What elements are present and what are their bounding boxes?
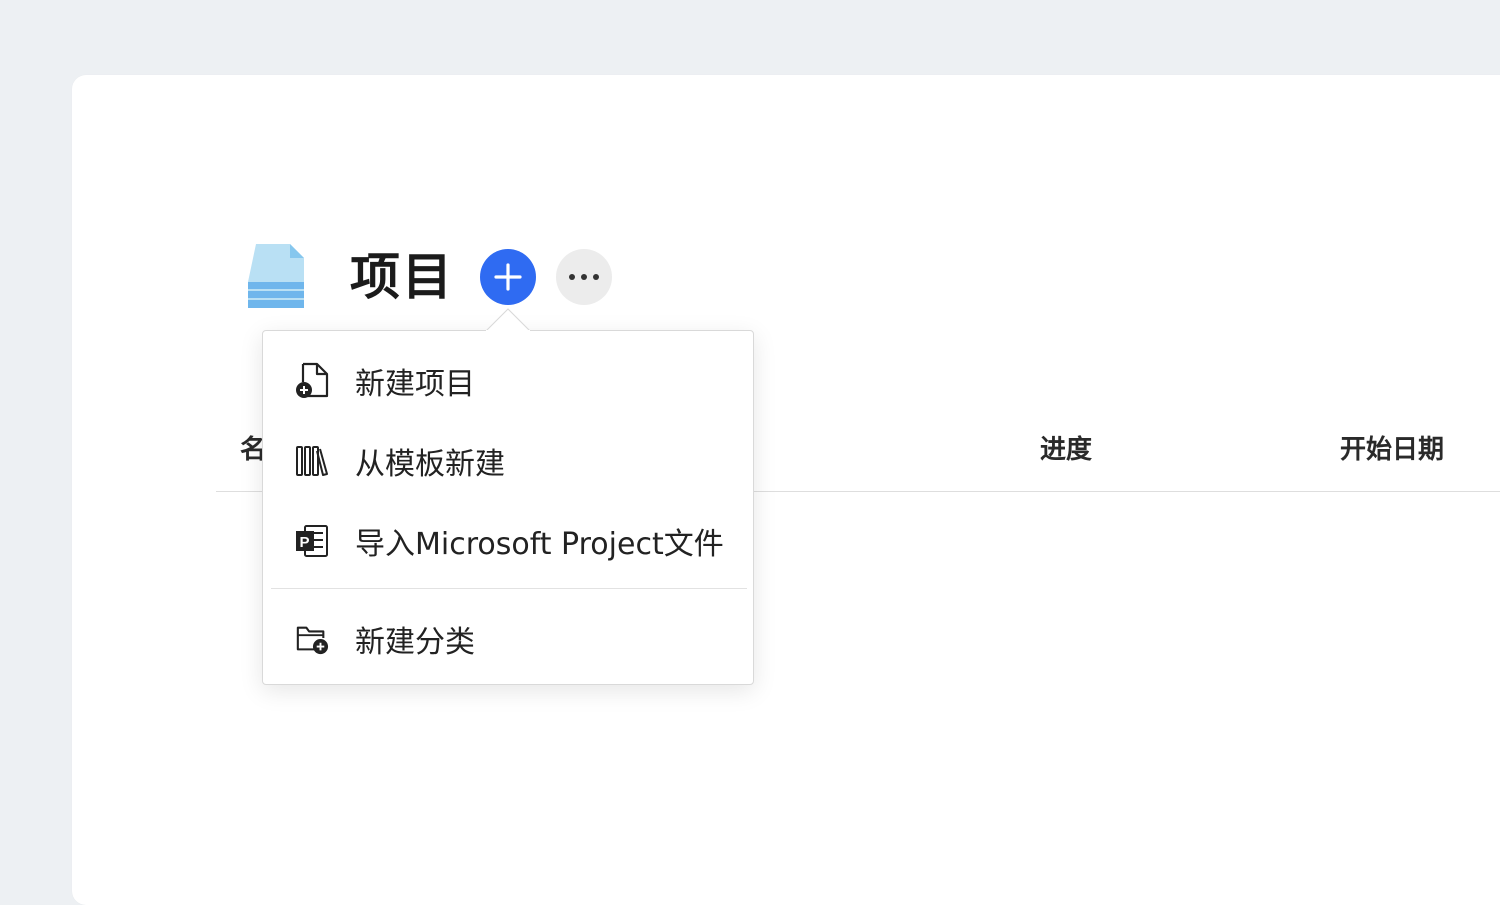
plus-icon [494,263,522,291]
more-button[interactable] [556,249,612,305]
add-button[interactable] [480,249,536,305]
new-folder-plus-icon [295,620,329,658]
add-dropdown-menu: 新建项目 从模板新建 P 导入Microsoft Project文件 新建分类 [262,330,754,685]
ms-project-icon: P [295,522,329,560]
menu-item-label: 新建项目 [355,367,475,402]
menu-item-label: 新建分类 [355,625,475,660]
menu-item-from-template[interactable]: 从模板新建 [263,421,753,501]
column-header-start-date[interactable]: 开始日期 [1340,430,1444,470]
library-books-icon [295,442,329,480]
page-title: 项目 [350,248,454,306]
ellipsis-icon [569,274,599,280]
menu-item-label: 导入Microsoft Project文件 [355,527,724,562]
menu-pointer [486,308,530,332]
stacked-files-icon [248,244,304,308]
column-header-progress[interactable]: 进度 [1040,430,1092,470]
menu-item-new-project[interactable]: 新建项目 [263,341,753,421]
svg-text:P: P [300,534,310,551]
menu-item-label: 从模板新建 [355,447,505,482]
menu-divider [271,588,747,589]
menu-item-new-category[interactable]: 新建分类 [263,599,753,679]
page-header: 项目 [246,242,454,312]
menu-item-import-ms-project[interactable]: P 导入Microsoft Project文件 [263,501,753,581]
new-file-plus-icon [295,362,329,400]
